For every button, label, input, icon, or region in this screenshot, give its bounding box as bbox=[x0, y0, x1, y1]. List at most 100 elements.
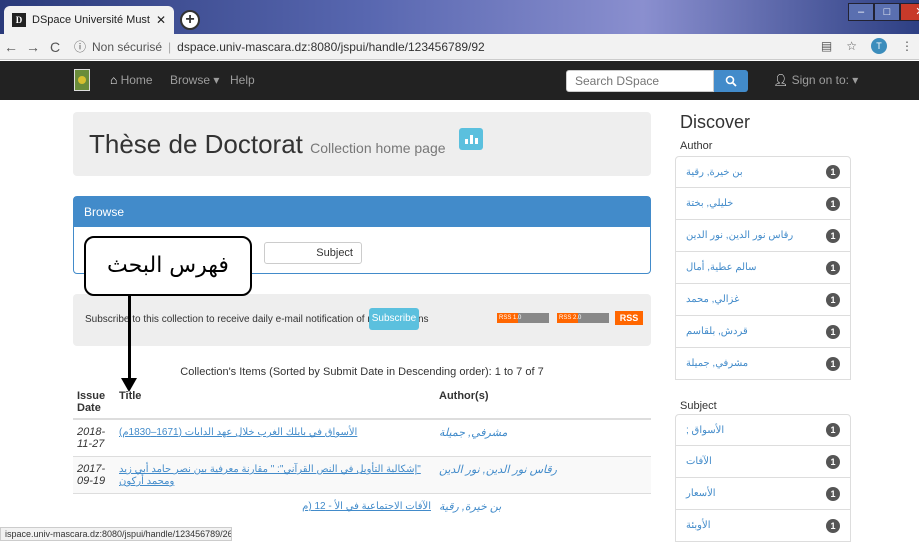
column-header-date[interactable]: Issue Date bbox=[73, 386, 115, 420]
column-header-authors[interactable]: Author(s) bbox=[435, 386, 651, 420]
facet-item[interactable]: الآفات 1 bbox=[675, 446, 851, 478]
forward-icon[interactable]: → bbox=[22, 39, 44, 55]
count-badge: 1 bbox=[826, 196, 840, 211]
facet-item[interactable]: سالم عطية, أمال 1 bbox=[675, 252, 851, 284]
discover-heading: Discover bbox=[680, 112, 751, 132]
profile-avatar[interactable]: T bbox=[871, 38, 887, 54]
author-facet-heading: Author bbox=[680, 140, 713, 152]
table-header-row: Issue Date Title Author(s) bbox=[73, 386, 651, 420]
facet-item[interactable]: رقاس نور الدين, نور الدين 1 bbox=[675, 220, 851, 252]
menu-kebab-icon[interactable]: ⋮ bbox=[901, 39, 913, 53]
home-icon: ⌂ bbox=[110, 73, 118, 87]
security-label: Non sécurisé bbox=[92, 39, 163, 54]
caret-down-icon: ▾ bbox=[852, 73, 859, 87]
count-badge: 1 bbox=[826, 260, 840, 275]
rss-1-badge[interactable]: RSS 1.0 bbox=[497, 313, 549, 323]
dspace-logo[interactable] bbox=[74, 69, 90, 91]
collection-header: Thèse de Doctorat Collection home page bbox=[73, 112, 651, 176]
maximize-icon[interactable]: □ bbox=[874, 3, 900, 21]
author-facet-list: بن خيرة, رقية 1 خليلي, بختة 1 رقاس نور الد… bbox=[675, 156, 851, 380]
user-icon: 👤︎ bbox=[773, 73, 789, 87]
nav-browse[interactable]: Browse ▾ bbox=[170, 73, 219, 87]
items-heading: Collection's Items (Sorted by Submit Dat… bbox=[180, 366, 544, 378]
count-badge: 1 bbox=[826, 423, 840, 437]
facet-label: الأسواق ; bbox=[686, 424, 725, 436]
facet-item[interactable]: قردش, بلقاسم 1 bbox=[675, 316, 851, 348]
back-icon[interactable]: ← bbox=[0, 39, 22, 55]
subject-facet-heading: Subject bbox=[680, 400, 717, 412]
issue-date: 2017- 09-19 bbox=[73, 456, 115, 494]
facet-item[interactable]: الأسعار 1 bbox=[675, 478, 851, 510]
issue-date: 2018- 11-27 bbox=[73, 418, 115, 457]
count-badge: 1 bbox=[826, 356, 840, 371]
translate-icon[interactable]: ▤ bbox=[821, 39, 832, 53]
count-badge: 1 bbox=[826, 454, 840, 469]
browser-titlebar: D DSpace Université Mustapha Sta ✕ + – □… bbox=[0, 0, 919, 34]
browser-tab[interactable]: D DSpace Université Mustapha Sta ✕ bbox=[4, 6, 174, 34]
table-row: 2018- 11-27 الأسواق في بايلك الغرب خلال ع… bbox=[73, 418, 651, 457]
page-title: Thèse de Doctorat Collection home page bbox=[89, 128, 483, 160]
rss-badge[interactable]: RSS bbox=[615, 311, 643, 325]
collection-subtitle: Collection home page bbox=[310, 140, 446, 156]
search-button[interactable] bbox=[714, 70, 748, 92]
search-input[interactable] bbox=[566, 70, 714, 92]
statistics-button[interactable] bbox=[458, 128, 483, 150]
count-badge: 1 bbox=[826, 165, 840, 179]
facet-item[interactable]: الأسواق ; 1 bbox=[675, 414, 851, 446]
count-badge: 1 bbox=[826, 518, 840, 533]
tab-title: DSpace Université Mustapha Sta bbox=[32, 14, 150, 26]
url-field[interactable]: dspace.univ-mascara.dz:8080/jspui/handle… bbox=[177, 40, 485, 54]
item-author[interactable]: رقاس نور الدين, نور الدين bbox=[435, 456, 651, 494]
item-title-link[interactable]: الأسواق في بايلك الغرب خلال عهد الدايات … bbox=[119, 427, 357, 438]
facet-label: الأوبئة bbox=[686, 520, 711, 531]
browse-panel-heading: Browse bbox=[74, 197, 650, 227]
item-author[interactable]: بن خيرة, رقية bbox=[435, 493, 651, 519]
facet-label: سالم عطية, أمال bbox=[686, 262, 757, 273]
facet-item[interactable]: خليلي, بختة 1 bbox=[675, 188, 851, 220]
subscribe-button[interactable]: Subscribe bbox=[369, 308, 419, 330]
info-icon[interactable]: ⓘ bbox=[74, 38, 86, 55]
count-badge: 1 bbox=[826, 486, 840, 501]
caret-down-icon: ▾ bbox=[213, 73, 220, 87]
item-author[interactable]: مشرفي, جميلة bbox=[435, 418, 651, 457]
table-row: الآفات الاجتماعية في الأ - 12 (م بن خيرة… bbox=[73, 493, 651, 519]
facet-item[interactable]: الأوبئة 1 bbox=[675, 510, 851, 542]
new-tab-button[interactable]: + bbox=[180, 10, 200, 30]
dspace-favicon-icon: D bbox=[12, 13, 26, 27]
address-separator: | bbox=[168, 39, 172, 54]
nav-help[interactable]: Help bbox=[230, 73, 255, 87]
facet-label: الآفات bbox=[686, 456, 712, 467]
count-badge: 1 bbox=[826, 292, 840, 307]
address-bar: ← → C ⓘ Non sécurisé | dspace.univ-masca… bbox=[0, 34, 919, 60]
facet-item[interactable]: غزالي, محمد 1 bbox=[675, 284, 851, 316]
annotation-arrow-line bbox=[128, 296, 131, 381]
minimize-icon[interactable]: – bbox=[848, 3, 874, 21]
items-table: Issue Date Title Author(s) 2018- 11-27 ال… bbox=[73, 386, 651, 519]
sign-on-label: Sign on to: bbox=[791, 73, 849, 87]
item-title-link[interactable]: الآفات الاجتماعية في الأ - 12 (م bbox=[302, 501, 431, 512]
collection-title: Thèse de Doctorat bbox=[89, 129, 303, 159]
item-title: "إشكالية التأويل في النص القرآني": " مقا… bbox=[115, 456, 435, 494]
subscribe-box: Subscribe to this collection to receive … bbox=[73, 294, 651, 346]
facet-label: خليلي, بختة bbox=[686, 198, 734, 209]
facet-label: رقاس نور الدين, نور الدين bbox=[686, 230, 794, 241]
facet-label: الأسعار bbox=[686, 488, 716, 499]
site-navbar: ⌂ Home Browse ▾ Help 👤︎ Sign on to: ▾ bbox=[0, 61, 919, 100]
nav-home[interactable]: ⌂ Home bbox=[110, 73, 153, 87]
close-tab-icon[interactable]: ✕ bbox=[156, 13, 166, 27]
window-close-icon[interactable]: ✕ bbox=[900, 3, 919, 21]
browse-by-subject-button[interactable]: Subject bbox=[264, 242, 362, 264]
nav-home-label: Home bbox=[120, 73, 153, 87]
column-header-title[interactable]: Title bbox=[115, 386, 435, 420]
sign-on-menu[interactable]: 👤︎ Sign on to: ▾ bbox=[773, 73, 858, 87]
item-title: الأسواق في بايلك الغرب خلال عهد الدايات … bbox=[115, 418, 435, 457]
facet-item[interactable]: مشرفي, جميلة 1 bbox=[675, 348, 851, 380]
facet-label: بن خيرة, رقية bbox=[686, 166, 743, 178]
rss-2-badge[interactable]: RSS 2.0 bbox=[557, 313, 609, 323]
bookmark-star-icon[interactable]: ☆ bbox=[846, 39, 857, 53]
facet-label: مشرفي, جميلة bbox=[686, 358, 749, 369]
facet-item[interactable]: بن خيرة, رقية 1 bbox=[675, 156, 851, 188]
status-bar-url: ispace.univ-mascara.dz:8080/jspui/handle… bbox=[0, 527, 232, 541]
item-title-link[interactable]: "إشكالية التأويل في النص القرآني": " مقا… bbox=[119, 464, 421, 487]
reload-icon[interactable]: C bbox=[44, 39, 66, 55]
